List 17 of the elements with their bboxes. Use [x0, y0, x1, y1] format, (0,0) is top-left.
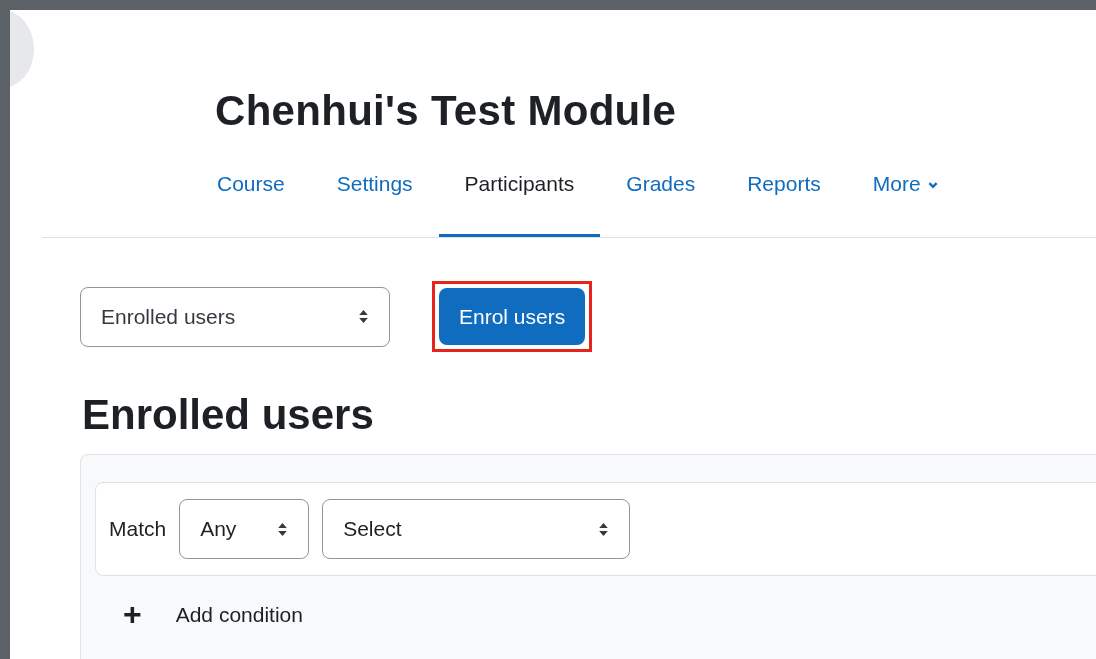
nav-tab[interactable]: Grades [600, 164, 722, 237]
sort-arrows-icon [358, 309, 369, 324]
filter-type-select[interactable]: Select [322, 499, 631, 559]
add-condition-button[interactable]: + Add condition [123, 596, 303, 633]
view-select[interactable]: Enrolled users [80, 286, 390, 347]
sort-arrows-icon [598, 521, 610, 537]
nav-tab[interactable]: Course [196, 164, 311, 237]
nav-tab[interactable]: Reports [721, 164, 847, 237]
enrol-users-button[interactable]: Enrol users [439, 288, 586, 345]
nav-tab[interactable]: Settings [310, 164, 439, 237]
nav-tab[interactable]: Participants [438, 164, 601, 237]
match-select[interactable]: Any [179, 499, 310, 559]
nav-tab[interactable]: More [846, 164, 965, 237]
match-label: Match [109, 517, 167, 541]
page-heading: Enrolled users [82, 390, 375, 440]
sort-arrows-icon [277, 521, 289, 537]
course-title: Chenhui's Test Module [215, 88, 677, 134]
